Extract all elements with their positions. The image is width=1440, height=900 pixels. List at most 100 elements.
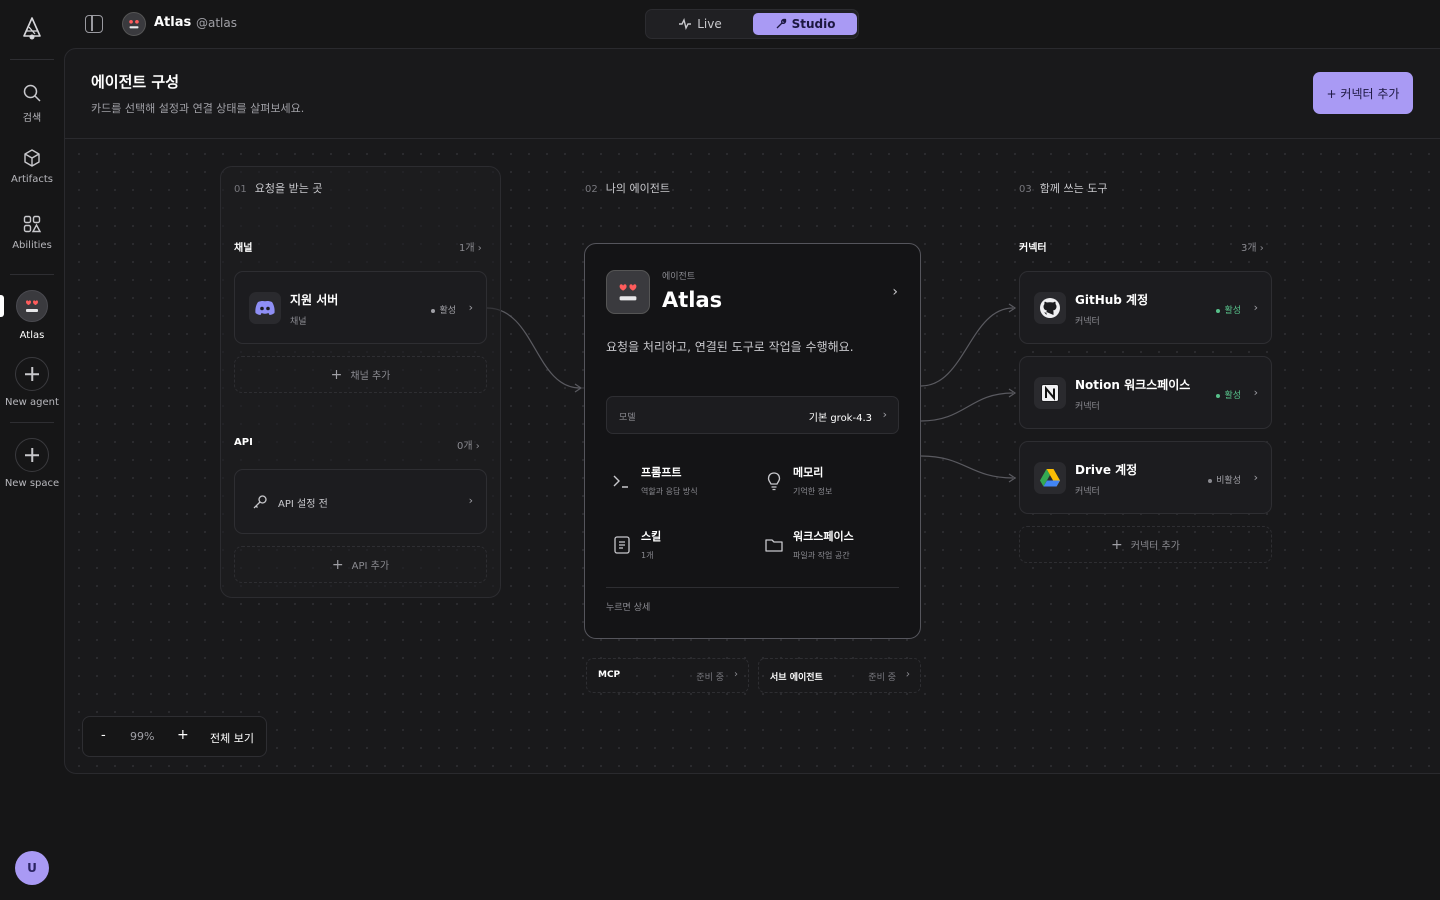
status-dot	[431, 308, 436, 313]
section-label-api: API	[234, 437, 253, 448]
mcp-card[interactable]: MCP 준비 중 ›	[586, 658, 749, 693]
agent-card[interactable]: 에이전트 Atlas › 요청을 처리하고, 연결된 도구로 작업을 수행해요.…	[584, 243, 921, 639]
column-label-agent: 02 나의 에이전트	[585, 180, 670, 196]
lightbulb-icon	[767, 472, 781, 491]
search-icon	[23, 84, 41, 102]
rail-item-abilities[interactable]: Abilities	[0, 214, 64, 251]
column-number: 03	[1019, 184, 1032, 195]
mini-card-status: 준비 중	[696, 673, 724, 683]
section-count-channel[interactable]: 1개 ›	[459, 239, 482, 254]
rail-item-artifacts[interactable]: Artifacts	[0, 148, 64, 185]
status-badge: 활성	[1216, 388, 1241, 401]
connector-card-drive[interactable]: Drive 계정 커넥터 비활성 ›	[1019, 441, 1272, 514]
rail-item-label: Atlas	[19, 330, 45, 341]
feature-subtitle: 기억한 정보	[793, 487, 833, 496]
divider	[606, 587, 899, 588]
mode-live-button[interactable]: Live	[650, 13, 750, 35]
feature-title: 메모리	[793, 466, 824, 479]
mini-card-status: 준비 중	[868, 673, 896, 683]
card-title: 지원 서버	[290, 293, 339, 307]
agent-avatar	[16, 290, 48, 322]
robot-face-icon	[129, 19, 139, 29]
connector-card-github[interactable]: GitHub 계정 커넥터 활성 ›	[1019, 271, 1272, 344]
status-badge: 비활성	[1208, 473, 1241, 486]
sidebar-toggle-icon[interactable]	[85, 15, 103, 33]
rail-item-search[interactable]: 검색	[0, 83, 64, 124]
wire-agent-notion	[920, 392, 1014, 422]
card-title: Drive 계정	[1075, 463, 1138, 477]
feature-prompt[interactable]: 프롬프트 역할과 응답 방식	[611, 464, 751, 504]
chevron-right-icon[interactable]: ›	[892, 284, 898, 300]
app-logo-icon[interactable]	[20, 16, 44, 42]
rail-item-label: Artifacts	[11, 174, 53, 185]
chevron-right-icon: ›	[906, 669, 910, 680]
fit-view-button[interactable]: 전체 보기	[210, 730, 254, 746]
drive-icon	[1034, 462, 1066, 494]
status-text: 활성	[1224, 306, 1241, 316]
mini-card-title: 서브 에이전트	[770, 673, 823, 683]
chevron-right-icon: ›	[882, 408, 887, 421]
left-rail: 검색 Artifacts Abilities Atlas New agent N…	[0, 0, 64, 900]
api-setup-label: API 설정 전	[278, 499, 328, 510]
agent-handle: @atlas	[196, 16, 237, 30]
wrench-icon	[776, 18, 786, 29]
rail-item-label: Abilities	[12, 240, 52, 251]
chevron-right-icon: ›	[477, 243, 482, 254]
feature-workspace[interactable]: 워크스페이스 파일과 작업 공간	[763, 528, 903, 568]
card-subtitle: 커넥터	[1075, 487, 1100, 497]
agent-description: 요청을 처리하고, 연결된 도구로 작업을 수행해요.	[606, 340, 854, 354]
model-selector[interactable]: 모델 기본 grok-4.3 ›	[606, 396, 899, 434]
rail-item-label: 검색	[22, 113, 42, 124]
feature-title: 워크스페이스	[793, 530, 854, 543]
feature-subtitle: 파일과 작업 공간	[793, 551, 850, 560]
status-text: 활성	[1224, 391, 1241, 401]
mode-studio-label: Studio	[791, 17, 836, 31]
rail-item-new-space[interactable]: New space	[0, 438, 64, 489]
model-value: 기본 grok-4.3	[808, 413, 872, 424]
feature-subtitle: 1개	[641, 551, 654, 560]
section-count-connectors[interactable]: 3개 ›	[1241, 239, 1264, 254]
chevron-right-icon: ›	[1253, 386, 1258, 399]
rail-item-atlas[interactable]: Atlas	[0, 290, 64, 341]
status-badge: 활성	[431, 303, 456, 316]
section-count-api[interactable]: 0개 ›	[457, 437, 480, 452]
add-channel-label: 채널 추가	[350, 371, 391, 382]
add-connector-button[interactable]: + 커넥터 추가	[1313, 72, 1413, 114]
mini-card-title: MCP	[598, 670, 621, 680]
connector-card-notion[interactable]: Notion 워크스페이스 커넥터 활성 ›	[1019, 356, 1272, 429]
wire-agent-github	[920, 307, 1014, 387]
scroll-icon	[614, 536, 630, 554]
add-connector-inline-button[interactable]: + 커넥터 추가	[1019, 526, 1272, 563]
agent-card-name: Atlas	[662, 288, 723, 312]
wire-agent-drive	[920, 455, 1014, 479]
add-channel-button[interactable]: + 채널 추가	[234, 356, 487, 393]
card-subtitle: 채널	[290, 317, 307, 327]
zoom-out-button[interactable]: -	[101, 728, 106, 743]
api-setup-card[interactable]: API 설정 전 ›	[234, 469, 487, 534]
chevron-right-icon: ›	[1253, 471, 1258, 484]
sub-agent-card[interactable]: 서브 에이전트 준비 중 ›	[758, 658, 921, 693]
agent-footer-hint: 누르면 상세	[606, 603, 651, 613]
add-api-button[interactable]: + API 추가	[234, 546, 487, 583]
column-title: 함께 쓰는 도구	[1039, 182, 1108, 195]
user-avatar[interactable]: U	[15, 851, 49, 885]
flow-canvas[interactable]: 01 요청을 받는 곳 채널 1개 › 지원 서버 채널 활성 › + 채널 추가 …	[65, 140, 1440, 773]
feature-memory[interactable]: 메모리 기억한 정보	[763, 464, 903, 504]
mode-studio-button[interactable]: Studio	[753, 13, 857, 35]
page-title: 에이전트 구성	[91, 73, 180, 91]
column-label-inputs: 01 요청을 받는 곳	[234, 180, 322, 196]
plus-icon	[15, 357, 49, 391]
channel-card-support-server[interactable]: 지원 서버 채널 활성 ›	[234, 271, 487, 344]
chevron-right-icon: ›	[1259, 243, 1264, 254]
rail-item-new-agent[interactable]: New agent	[0, 357, 64, 408]
feature-skills[interactable]: 스킬 1개	[611, 528, 751, 568]
cube-icon	[24, 149, 40, 167]
zoom-in-button[interactable]: +	[177, 727, 189, 743]
status-dot	[1208, 478, 1213, 483]
count-text: 1개	[459, 243, 475, 254]
zoom-level: 99%	[130, 730, 155, 743]
page-subtitle: 카드를 선택해 설정과 연결 상태를 살펴보세요.	[91, 102, 305, 115]
section-label-channel: 채널	[234, 243, 253, 254]
status-dot	[1216, 308, 1221, 313]
activity-icon	[679, 18, 692, 30]
